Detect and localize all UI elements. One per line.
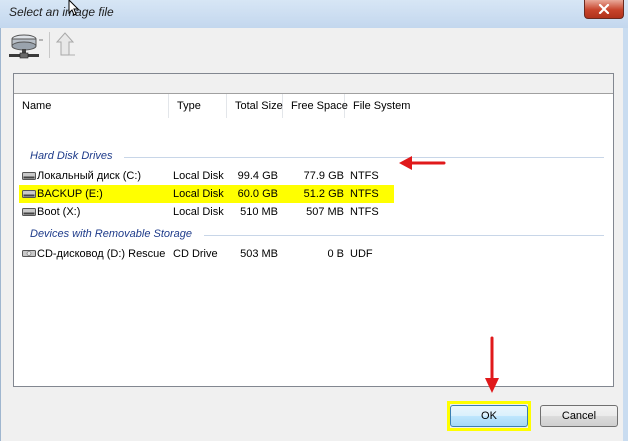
drive-name: CD-дисковод (D:) Rescue [37, 248, 166, 260]
drive-free-space: 51.2 GB [303, 188, 344, 200]
column-headers: Name Type Total Size Free Space File Sys… [14, 94, 613, 118]
group-divider [124, 157, 604, 158]
drive-free-space: 0 B [327, 248, 344, 260]
drive-total-size: 99.4 GB [237, 170, 278, 182]
drive-file-system: NTFS [350, 206, 379, 218]
column-header-free-space[interactable]: Free Space [283, 94, 348, 118]
drive-total-size: 510 MB [240, 206, 278, 218]
column-header-file-system[interactable]: File System [345, 94, 613, 118]
drive-total-size: 503 MB [240, 248, 278, 260]
drive-name: BACKUP (E:) [37, 188, 103, 200]
drive-type: Local Disk [173, 170, 224, 182]
drive-type: CD Drive [173, 248, 218, 260]
column-header-total-size[interactable]: Total Size [227, 94, 283, 118]
ok-button-highlight: OK [447, 401, 531, 431]
up-folder-button[interactable] [53, 30, 83, 60]
drive-file-system: NTFS [350, 170, 379, 182]
drive-row-c[interactable]: Локальный диск (C:) Local Disk 99.4 GB 7… [19, 167, 613, 185]
toolbar [1, 28, 617, 64]
cancel-button[interactable]: Cancel [540, 405, 618, 427]
column-header-name[interactable]: Name [14, 94, 169, 118]
toolbar-separator [49, 32, 50, 58]
drive-row-e[interactable]: BACKUP (E:) Local Disk 60.0 GB 51.2 GB N… [19, 185, 613, 203]
hard-drive-icon [22, 172, 36, 180]
dialog-body: Name Type Total Size Free Space File Sys… [0, 28, 628, 441]
drive-row-d[interactable]: CD-дисковод (D:) Rescue CD Drive 503 MB … [19, 245, 613, 263]
group-label-hard-disk-drives: Hard Disk Drives [30, 150, 113, 162]
drive-file-system: NTFS [350, 188, 379, 200]
close-icon [598, 4, 610, 14]
annotation-arrow-icon [485, 336, 499, 393]
drive-list-panel: Name Type Total Size Free Space File Sys… [13, 73, 614, 387]
mouse-cursor-icon [68, 0, 80, 16]
drive-free-space: 77.9 GB [303, 170, 344, 182]
annotation-arrow-icon [399, 156, 446, 170]
drive-file-system: UDF [350, 248, 373, 260]
group-label-removable-storage: Devices with Removable Storage [30, 228, 193, 240]
drive-name: Локальный диск (C:) [37, 170, 142, 182]
drive-total-size: 60.0 GB [237, 188, 278, 200]
drive-free-space: 507 MB [306, 206, 344, 218]
close-button[interactable] [584, 0, 624, 19]
hard-drive-icon [22, 208, 36, 216]
column-header-type[interactable]: Type [169, 94, 227, 118]
title-bar: Select an image file [0, 0, 628, 28]
network-drives-icon [9, 34, 43, 59]
up-folder-icon [55, 32, 75, 56]
cd-drive-icon [22, 250, 36, 257]
group-divider [204, 235, 604, 236]
drive-name: Boot (X:) [37, 206, 81, 218]
ok-button[interactable]: OK [450, 405, 528, 427]
drives-button[interactable] [5, 30, 47, 62]
drive-type: Local Disk [173, 188, 224, 200]
window-title: Select an image file [9, 5, 114, 19]
path-bar[interactable] [14, 74, 613, 94]
drive-type: Local Disk [173, 206, 224, 218]
drive-row-x[interactable]: Boot (X:) Local Disk 510 MB 507 MB NTFS [19, 203, 613, 221]
hard-drive-icon [22, 190, 36, 198]
